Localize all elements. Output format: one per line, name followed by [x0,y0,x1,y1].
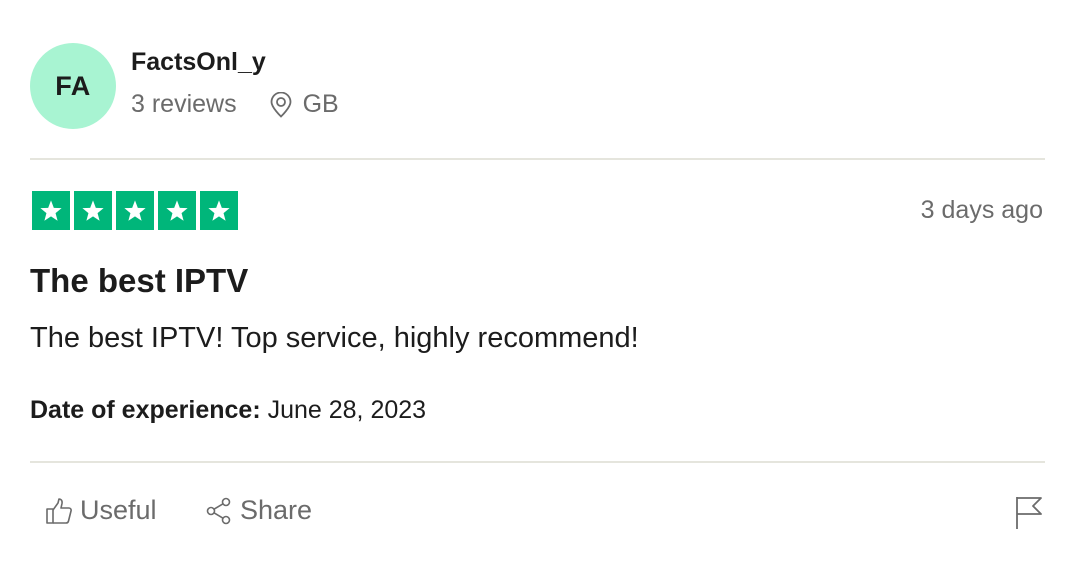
star-icon [74,191,112,230]
thumbs-up-icon [46,497,72,524]
date-of-experience: Date of experience: June 28, 2023 [30,396,426,425]
share-label: Share [240,495,313,525]
reviewer-name[interactable]: FactsOnl_y [131,48,266,77]
reviewer-meta: 3 reviews GB [131,90,339,119]
location-text: GB [302,90,339,118]
review-date: 3 days ago [920,196,1043,224]
star-rating [32,191,238,230]
avatar[interactable]: FA [30,43,116,129]
review-body: The best IPTV! Top service, highly recom… [30,322,639,354]
star-icon [116,191,154,230]
share-button[interactable]: Share [204,495,312,526]
star-icon [200,191,238,230]
review-card: FA FactsOnl_y 3 reviews GB 3 days ago Th… [30,0,1045,568]
star-icon [32,191,70,230]
share-icon [206,497,231,524]
useful-label: Useful [80,495,157,525]
location-pin-icon [270,91,291,118]
review-title[interactable]: The best IPTV [30,262,248,300]
experience-date: June 28, 2023 [267,396,427,424]
experience-label: Date of experience: [30,396,261,424]
divider [30,158,1045,160]
useful-button[interactable]: Useful [44,495,157,526]
reviews-count: 3 reviews [131,90,237,118]
divider [30,461,1045,463]
star-icon [158,191,196,230]
flag-icon[interactable] [1013,495,1045,531]
reviewer-location: GB [269,90,339,119]
